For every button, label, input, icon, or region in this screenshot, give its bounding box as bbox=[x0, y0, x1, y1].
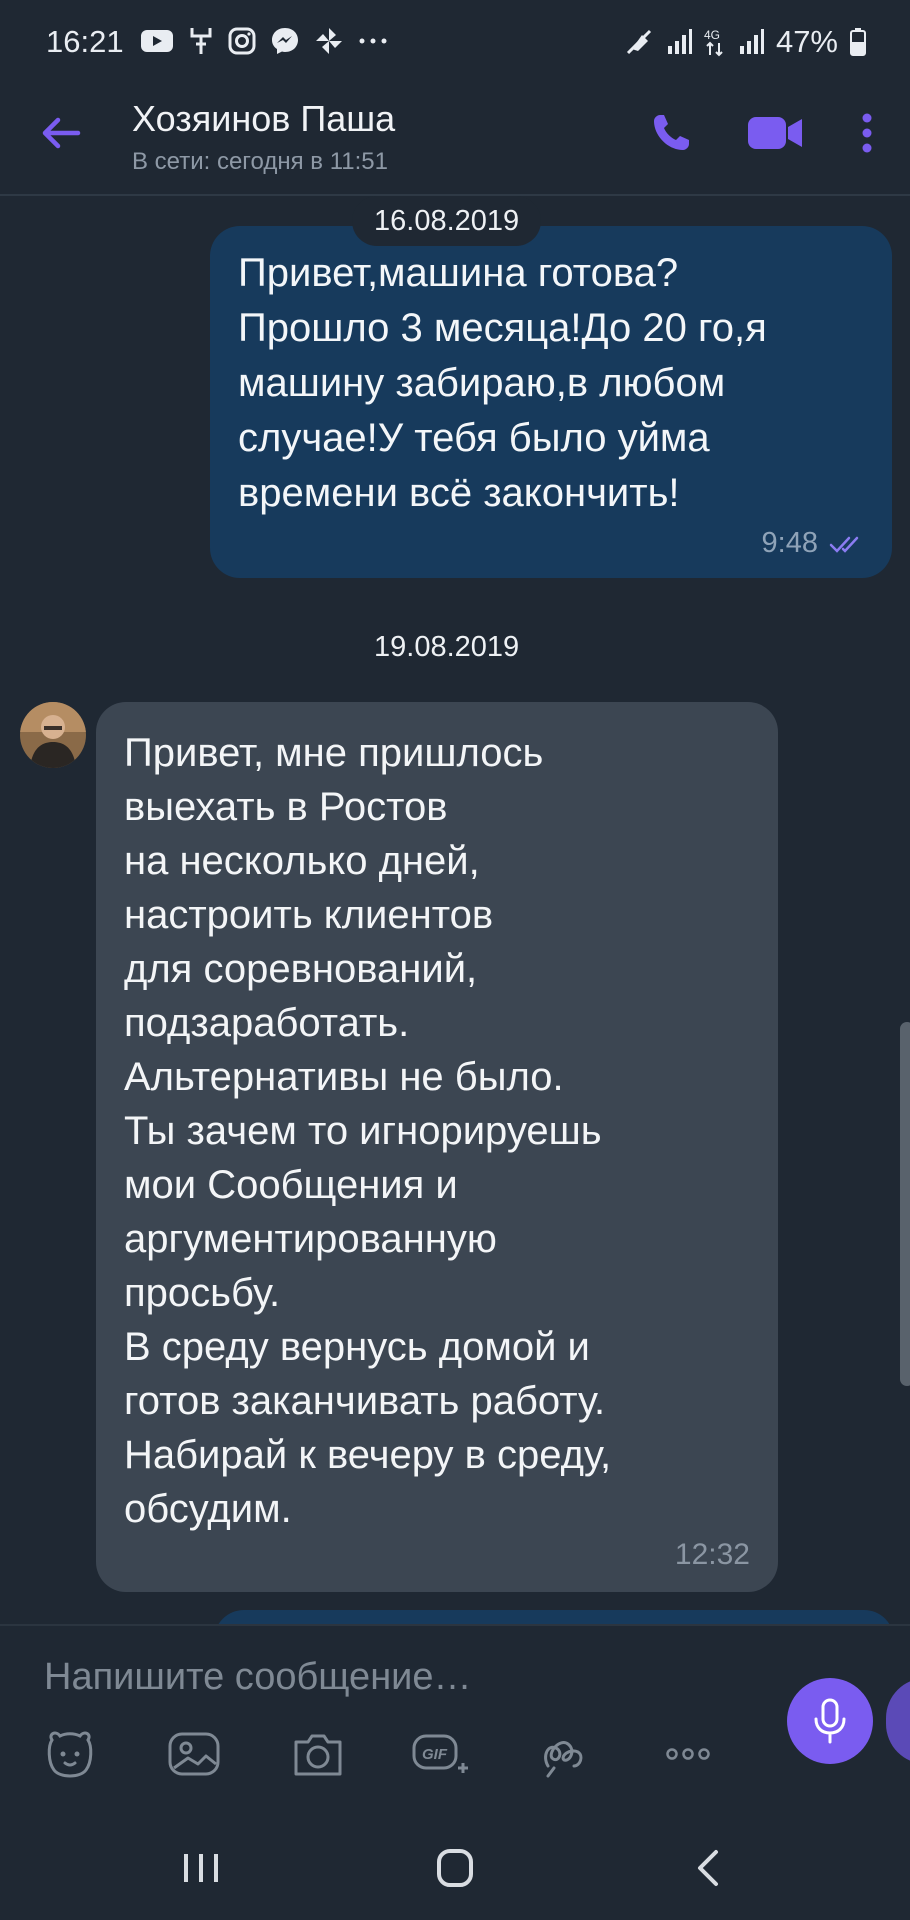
message-text: Привет,машина готова? Прошло 3 месяца!До… bbox=[238, 251, 767, 515]
more-vertical-icon[interactable] bbox=[852, 108, 882, 158]
voice-record-button[interactable] bbox=[787, 1678, 873, 1764]
incoming-message[interactable]: Привет, мне пришлось выехать в Ростов на… bbox=[96, 702, 778, 1592]
status-time: 16:21 bbox=[46, 24, 124, 59]
read-checkmarks-icon bbox=[829, 536, 859, 553]
message-text: Привет, мне пришлось выехать в Ростов на… bbox=[124, 731, 612, 1531]
youtube-icon bbox=[141, 30, 173, 52]
more-icon[interactable] bbox=[658, 1726, 718, 1782]
instagram-icon bbox=[228, 27, 256, 55]
system-icons: 4G 47% bbox=[624, 24, 866, 60]
battery-icon bbox=[850, 28, 866, 56]
pinwheel-icon bbox=[316, 28, 342, 54]
4g-icon: 4G bbox=[704, 28, 723, 57]
notification-icons bbox=[140, 26, 388, 56]
messenger-icon bbox=[272, 28, 298, 54]
signal-icon bbox=[667, 29, 692, 54]
message-time: 9:48 bbox=[761, 527, 818, 559]
avatar[interactable] bbox=[20, 702, 86, 768]
microphone-icon bbox=[814, 1698, 846, 1744]
gif-icon[interactable]: GIF bbox=[410, 1726, 470, 1782]
signal-icon bbox=[739, 29, 764, 54]
back-icon[interactable] bbox=[684, 1846, 734, 1890]
message-input[interactable]: Напишите сообщение… bbox=[44, 1656, 472, 1699]
camera-icon[interactable] bbox=[288, 1726, 348, 1782]
home-icon[interactable] bbox=[430, 1846, 480, 1890]
system-navigation-bar bbox=[0, 1810, 910, 1920]
battery-percent: 47% bbox=[775, 24, 838, 59]
message-composer: Напишите сообщение… GIF bbox=[0, 1624, 910, 1812]
scrollbar-thumb[interactable] bbox=[900, 1022, 910, 1386]
more-dots-icon bbox=[359, 38, 387, 44]
contact-name[interactable]: Хозяинов Паша bbox=[132, 98, 395, 140]
svg-text:GIF: GIF bbox=[422, 1746, 448, 1763]
chat-header: Хозяинов Паша В сети: сегодня в 11:51 bbox=[0, 86, 910, 196]
usb-icon bbox=[190, 28, 212, 54]
gallery-icon[interactable] bbox=[164, 1726, 224, 1782]
phone-icon[interactable] bbox=[646, 108, 696, 158]
contact-status: В сети: сегодня в 11:51 bbox=[132, 148, 388, 175]
video-camera-icon[interactable] bbox=[746, 108, 806, 158]
chat-screen: 16:21 4G 47% Хозяинов Паша В сети: сегод… bbox=[0, 0, 910, 1920]
svg-text:4G: 4G bbox=[704, 28, 720, 42]
message-time: 12:32 bbox=[674, 1538, 750, 1571]
status-bar: 16:21 4G 47% bbox=[0, 0, 910, 86]
doodle-icon[interactable] bbox=[534, 1726, 594, 1782]
back-arrow-icon[interactable] bbox=[36, 108, 86, 158]
ptt-handle[interactable] bbox=[886, 1678, 910, 1764]
date-separator: 16.08.2019 bbox=[352, 196, 542, 246]
sticker-icon[interactable] bbox=[40, 1726, 100, 1782]
mute-icon bbox=[626, 29, 652, 55]
outgoing-message[interactable]: Привет,машина готова? Прошло 3 месяца!До… bbox=[210, 226, 892, 578]
recent-apps-icon[interactable] bbox=[176, 1846, 226, 1890]
date-separator: 19.08.2019 bbox=[374, 631, 520, 663]
